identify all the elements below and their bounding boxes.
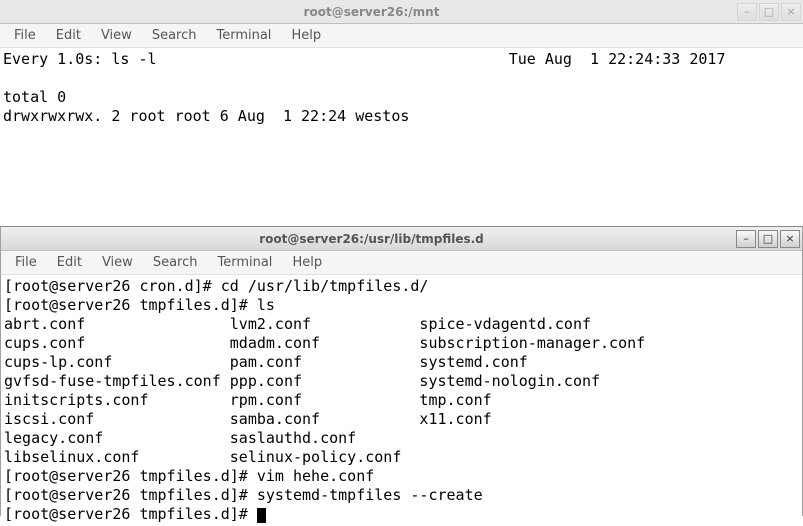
prompt-line: [root@server26 tmpfiles.d]# <box>4 505 257 523</box>
menu-terminal[interactable]: Terminal <box>206 26 281 45</box>
close-button[interactable]: × <box>781 3 801 21</box>
minimize-icon: – <box>744 5 750 18</box>
window-title: root@server26:/mnt <box>8 5 735 19</box>
output-line: [root@server26 tmpfiles.d]# ls <box>4 296 275 314</box>
output-line: libselinux.conf selinux-policy.conf <box>4 448 401 466</box>
minimize-icon: – <box>743 232 749 245</box>
menu-search[interactable]: Search <box>142 26 207 45</box>
menu-help[interactable]: Help <box>282 253 332 272</box>
minimize-button[interactable]: – <box>736 230 756 248</box>
menu-view[interactable]: View <box>92 253 143 272</box>
watch-header-left: Every 1.0s: ls -l <box>3 50 157 68</box>
maximize-icon: □ <box>764 5 774 18</box>
close-button[interactable]: × <box>780 230 800 248</box>
output-line: legacy.conf saslauthd.conf <box>4 429 356 447</box>
output-line: [root@server26 tmpfiles.d]# systemd-tmpf… <box>4 486 483 504</box>
terminal-window-mnt: root@server26:/mnt – □ × File Edit View … <box>0 0 803 226</box>
maximize-icon: □ <box>763 232 773 245</box>
menu-edit[interactable]: Edit <box>47 253 92 272</box>
menu-terminal[interactable]: Terminal <box>207 253 282 272</box>
menubar: File Edit View Search Terminal Help <box>0 24 803 48</box>
output-line: iscsi.conf samba.conf x11.conf <box>4 410 492 428</box>
titlebar[interactable]: root@server26:/usr/lib/tmpfiles.d – □ × <box>1 227 802 251</box>
terminal-output[interactable]: Every 1.0s: ls -l Tue Aug 1 22:24:33 201… <box>0 48 803 128</box>
menu-view[interactable]: View <box>91 26 142 45</box>
output-line: initscripts.conf rpm.conf tmp.conf <box>4 391 492 409</box>
window-controls: – □ × <box>735 3 803 21</box>
output-line: cups-lp.conf pam.conf systemd.conf <box>4 353 528 371</box>
menu-file[interactable]: File <box>4 26 46 45</box>
output-line: cups.conf mdadm.conf subscription-manage… <box>4 334 645 352</box>
output-line: abrt.conf lvm2.conf spice-vdagentd.conf <box>4 315 591 333</box>
output-line: [root@server26 cron.d]# cd /usr/lib/tmpf… <box>4 277 428 295</box>
window-title: root@server26:/usr/lib/tmpfiles.d <box>9 232 734 246</box>
minimize-button[interactable]: – <box>737 3 757 21</box>
maximize-button[interactable]: □ <box>758 230 778 248</box>
output-line: gvfsd-fuse-tmpfiles.conf ppp.conf system… <box>4 372 600 390</box>
menubar: File Edit View Search Terminal Help <box>1 251 802 275</box>
spacer <box>157 50 509 68</box>
menu-help[interactable]: Help <box>281 26 331 45</box>
output-line: [root@server26 tmpfiles.d]# vim hehe.con… <box>4 467 374 485</box>
watch-header-right: Tue Aug 1 22:24:33 2017 <box>509 50 726 68</box>
terminal-output[interactable]: [root@server26 cron.d]# cd /usr/lib/tmpf… <box>1 275 802 526</box>
maximize-button[interactable]: □ <box>759 3 779 21</box>
terminal-window-tmpfiles: root@server26:/usr/lib/tmpfiles.d – □ × … <box>0 226 803 516</box>
menu-search[interactable]: Search <box>143 253 208 272</box>
window-controls: – □ × <box>734 230 802 248</box>
menu-file[interactable]: File <box>5 253 47 272</box>
close-icon: × <box>785 232 794 245</box>
menu-edit[interactable]: Edit <box>46 26 91 45</box>
titlebar[interactable]: root@server26:/mnt – □ × <box>0 0 803 24</box>
close-icon: × <box>786 5 795 18</box>
total-line: total 0 <box>3 88 66 106</box>
listing-line: drwxrwxrwx. 2 root root 6 Aug 1 22:24 we… <box>3 107 409 125</box>
